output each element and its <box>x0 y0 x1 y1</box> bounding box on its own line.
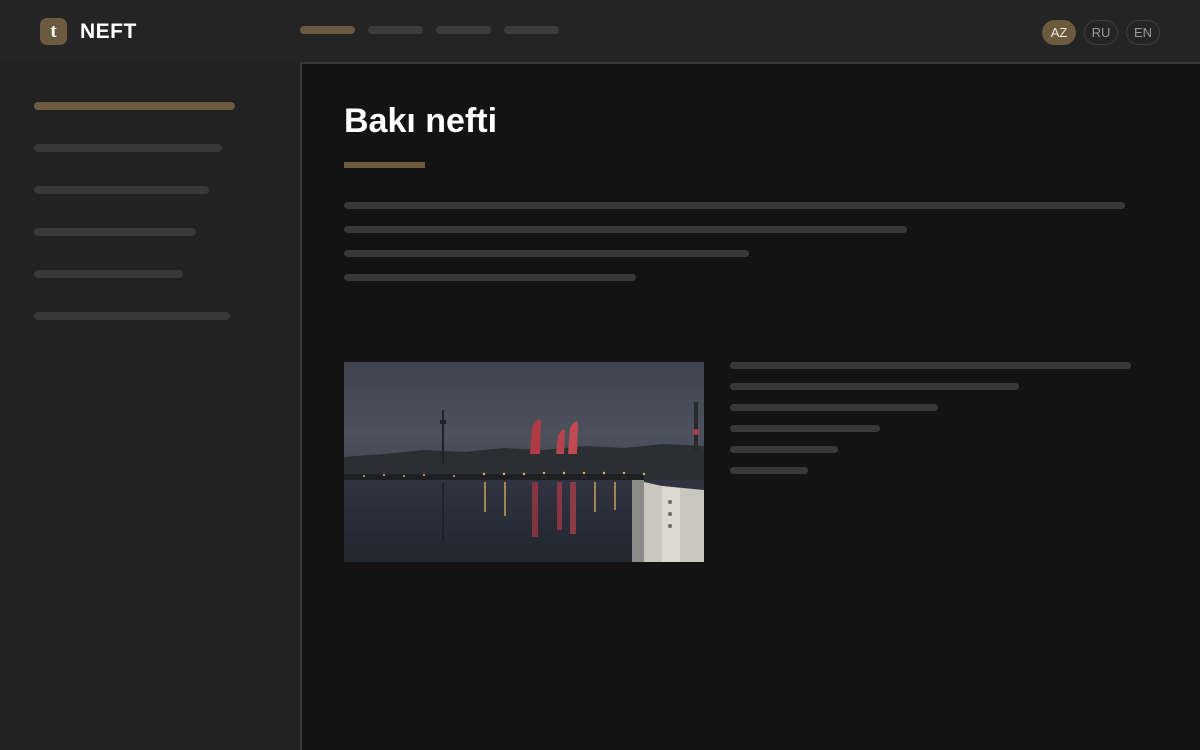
page-title: Bakı nefti <box>344 102 498 140</box>
description-text-line <box>730 467 808 474</box>
baku-waterfront-photo <box>344 362 704 562</box>
logo-icon: t <box>40 18 67 45</box>
top-nav-item-2[interactable] <box>368 26 423 34</box>
intro-text-line <box>344 250 749 257</box>
sidebar-item-3[interactable] <box>34 186 209 194</box>
title-underline <box>344 162 425 168</box>
sidebar-item-5[interactable] <box>34 270 183 278</box>
top-nav-item-3[interactable] <box>436 26 491 34</box>
sidebar-item-4[interactable] <box>34 228 196 236</box>
description-text-line <box>730 404 938 411</box>
brand-logo[interactable]: t NEFT <box>40 18 137 45</box>
intro-text-line <box>344 226 907 233</box>
language-button-en[interactable]: EN <box>1126 20 1160 45</box>
language-button-az[interactable]: AZ <box>1042 20 1076 45</box>
language-button-ru[interactable]: RU <box>1084 20 1118 45</box>
description-text-line <box>730 383 1019 390</box>
top-nav-item-1[interactable] <box>300 26 355 34</box>
sidebar <box>0 62 300 750</box>
top-header: t NEFT AZ RU EN <box>0 0 1200 62</box>
language-switcher: AZ RU EN <box>1034 20 1160 45</box>
intro-text-line <box>344 274 636 281</box>
top-navigation <box>300 26 559 34</box>
description-text-line <box>730 362 1131 369</box>
intro-text-line <box>344 202 1125 209</box>
sidebar-item-6[interactable] <box>34 312 230 320</box>
sidebar-item-1[interactable] <box>34 102 235 110</box>
brand-name: NEFT <box>80 19 137 43</box>
top-nav-item-4[interactable] <box>504 26 559 34</box>
sidebar-item-2[interactable] <box>34 144 222 152</box>
main-content: Bakı nefti <box>300 62 1200 750</box>
description-text-line <box>730 425 880 432</box>
description-text-line <box>730 446 838 453</box>
